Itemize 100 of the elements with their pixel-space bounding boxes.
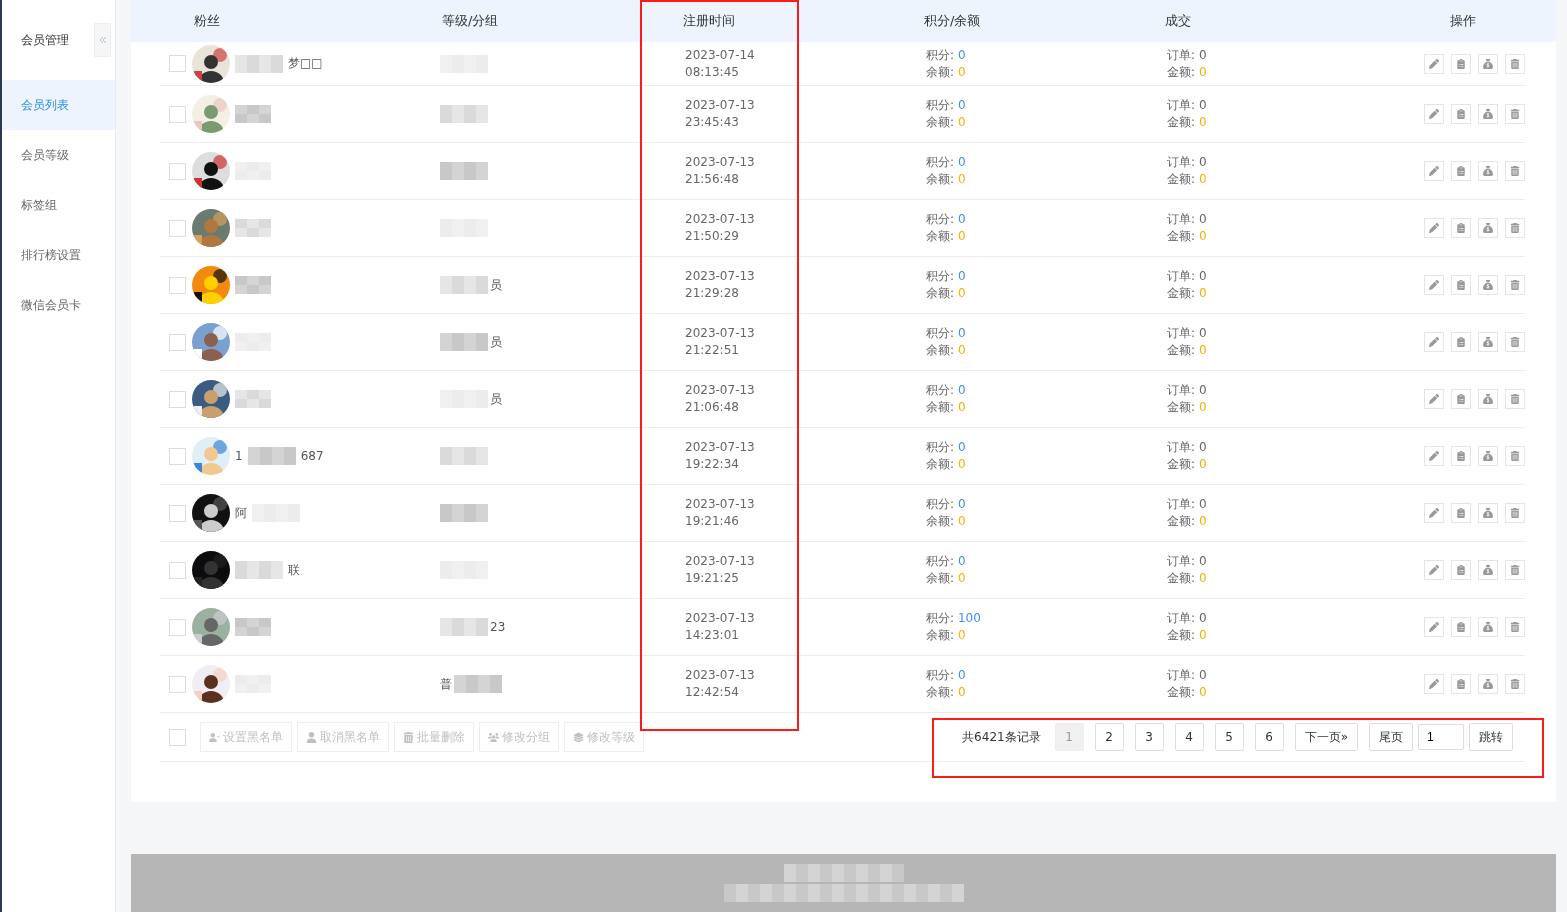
blurred-group xyxy=(440,276,488,294)
checkbox[interactable] xyxy=(169,390,186,408)
money-button[interactable] xyxy=(1478,161,1498,181)
checkbox[interactable] xyxy=(169,55,186,72)
detail-button[interactable] xyxy=(1451,332,1471,352)
delete-button[interactable] xyxy=(1505,617,1525,637)
money-button[interactable] xyxy=(1478,104,1498,124)
blurred-group xyxy=(440,618,488,636)
balance-text: 余额: 0 xyxy=(926,571,967,586)
clipboard-icon xyxy=(1456,166,1466,176)
detail-button[interactable] xyxy=(1451,674,1471,694)
money-bag-icon xyxy=(1483,280,1493,290)
detail-button[interactable] xyxy=(1451,560,1471,580)
select-all-checkbox[interactable] xyxy=(169,728,186,746)
last-page-button[interactable]: 尾页 xyxy=(1369,723,1413,751)
trash-icon xyxy=(1510,109,1520,119)
money-button[interactable] xyxy=(1478,218,1498,238)
orders-text: 订单: 0 xyxy=(1167,98,1208,113)
amount-text: 金额: 0 xyxy=(1167,115,1208,130)
balance-text: 余额: 0 xyxy=(926,286,967,301)
delete-button[interactable] xyxy=(1505,446,1525,466)
checkbox[interactable] xyxy=(169,105,186,123)
detail-button[interactable] xyxy=(1451,218,1471,238)
edit-button[interactable] xyxy=(1424,560,1444,580)
money-button[interactable] xyxy=(1478,617,1498,637)
edit-button[interactable] xyxy=(1424,674,1444,694)
delete-button[interactable] xyxy=(1505,53,1525,74)
column-header: 粉丝 xyxy=(193,12,221,30)
money-bag-icon xyxy=(1483,508,1493,518)
delete-button[interactable] xyxy=(1505,389,1525,409)
edit-button[interactable] xyxy=(1424,617,1444,637)
clipboard-icon xyxy=(1456,565,1466,575)
delete-button[interactable] xyxy=(1505,332,1525,352)
pencil-icon xyxy=(1429,58,1439,69)
delete-button[interactable] xyxy=(1505,161,1525,181)
money-bag-icon xyxy=(1483,679,1493,689)
detail-button[interactable] xyxy=(1451,503,1471,523)
detail-button[interactable] xyxy=(1451,446,1471,466)
page-button[interactable]: 5 xyxy=(1214,723,1244,751)
detail-button[interactable] xyxy=(1451,161,1471,181)
page-button[interactable]: 4 xyxy=(1174,723,1204,751)
edit-button[interactable] xyxy=(1424,389,1444,409)
detail-button[interactable] xyxy=(1451,275,1471,295)
points-text: 积分: 0 xyxy=(926,497,967,512)
checkbox[interactable] xyxy=(169,447,186,465)
checkbox[interactable] xyxy=(169,162,186,180)
blurred-nickname xyxy=(235,54,283,73)
blurred-nickname xyxy=(235,219,271,237)
edit-button[interactable] xyxy=(1424,104,1444,124)
edit-button[interactable] xyxy=(1424,218,1444,238)
sidebar-item[interactable]: 会员列表 xyxy=(2,80,115,130)
trash-icon xyxy=(1510,166,1520,176)
checkbox[interactable] xyxy=(169,618,186,636)
money-button[interactable] xyxy=(1478,53,1498,74)
checkbox[interactable] xyxy=(169,219,186,237)
money-button[interactable] xyxy=(1478,389,1498,409)
delete-button[interactable] xyxy=(1505,503,1525,523)
delete-button[interactable] xyxy=(1505,275,1525,295)
detail-button[interactable] xyxy=(1451,389,1471,409)
money-button[interactable] xyxy=(1478,560,1498,580)
orders-text: 订单: 0 xyxy=(1167,554,1208,569)
edit-button[interactable] xyxy=(1424,53,1444,74)
checkbox[interactable] xyxy=(169,276,186,294)
amount-text: 金额: 0 xyxy=(1167,286,1208,301)
detail-button[interactable] xyxy=(1451,104,1471,124)
detail-button[interactable] xyxy=(1451,617,1471,637)
page-input[interactable]: 1 xyxy=(1418,724,1464,750)
money-button[interactable] xyxy=(1478,674,1498,694)
checkbox[interactable] xyxy=(169,333,186,351)
amount-text: 金额: 0 xyxy=(1167,172,1208,187)
money-button[interactable] xyxy=(1478,275,1498,295)
next-page-button[interactable]: 下一页» xyxy=(1294,723,1358,751)
delete-button[interactable] xyxy=(1505,218,1525,238)
checkbox[interactable] xyxy=(169,561,186,579)
points-text: 积分: 0 xyxy=(926,212,967,227)
edit-button[interactable] xyxy=(1424,503,1444,523)
edit-button[interactable] xyxy=(1424,161,1444,181)
register-time: 19:21:25 xyxy=(685,571,740,586)
clipboard-icon xyxy=(1456,394,1466,404)
edit-button[interactable] xyxy=(1424,332,1444,352)
detail-button[interactable] xyxy=(1451,53,1471,74)
page-button[interactable]: 2 xyxy=(1094,723,1124,751)
page-button[interactable]: 3 xyxy=(1134,723,1164,751)
register-time: 12:42:54 xyxy=(685,685,740,700)
register-time: 21:50:29 xyxy=(685,229,740,244)
balance-text: 余额: 0 xyxy=(926,685,967,700)
money-button[interactable] xyxy=(1478,446,1498,466)
page-button[interactable]: 6 xyxy=(1254,723,1284,751)
edit-button[interactable] xyxy=(1424,275,1444,295)
delete-button[interactable] xyxy=(1505,674,1525,694)
checkbox[interactable] xyxy=(169,504,186,522)
jump-button[interactable]: 跳转 xyxy=(1469,723,1513,751)
checkbox[interactable] xyxy=(169,675,186,693)
delete-button[interactable] xyxy=(1505,560,1525,580)
delete-button[interactable] xyxy=(1505,104,1525,124)
trash-icon xyxy=(1510,508,1520,518)
money-button[interactable] xyxy=(1478,332,1498,352)
edit-button[interactable] xyxy=(1424,446,1444,466)
money-button[interactable] xyxy=(1478,503,1498,523)
orders-text: 订单: 0 xyxy=(1167,155,1208,170)
